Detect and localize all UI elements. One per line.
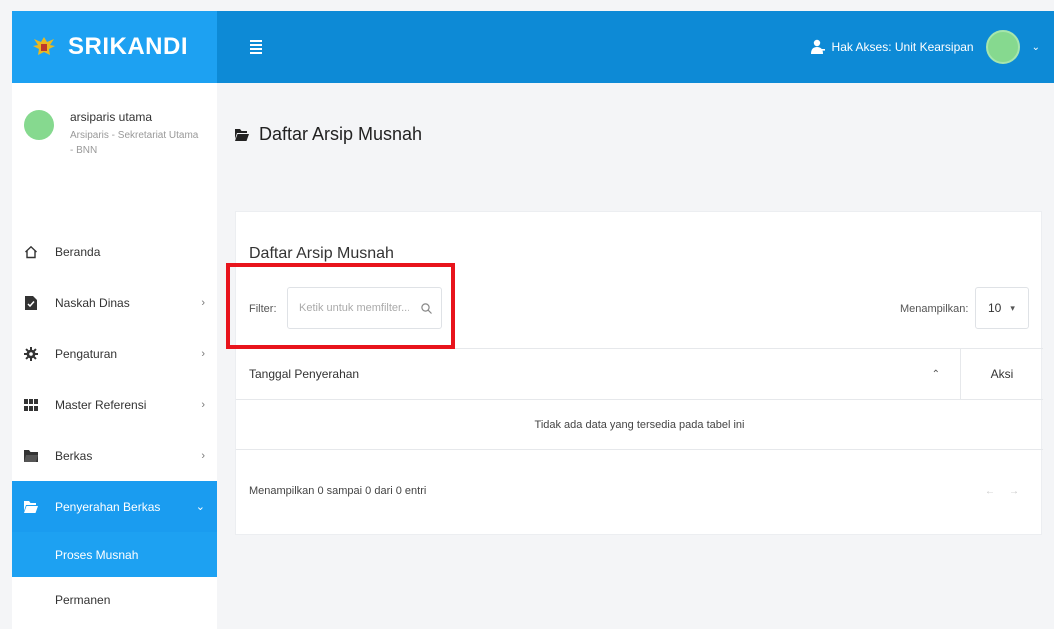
chevron-right-icon: › [201,296,205,309]
sidebar-item-label: Beranda [55,244,101,259]
gear-icon [24,346,38,361]
user-avatar[interactable] [985,30,1020,64]
page-title: Daftar Arsip Musnah [235,124,422,145]
user-profile: arsiparis utama Arsiparis - Sekretariat … [12,83,217,213]
folder-icon [24,449,38,463]
chevron-right-icon: › [201,398,205,411]
user-key-icon [810,39,825,54]
folder-open-icon [24,500,38,514]
profile-avatar [24,110,54,140]
page-size-label: Menampilkan: [900,303,969,315]
previous-page-icon[interactable]: ← [985,486,995,497]
pagination: ← → [985,486,1019,497]
column-header-tanggal-penyerahan[interactable]: Tanggal Penyerahan ⌃ [236,349,961,399]
sidebar-item-pengaturan[interactable]: Pengaturan › [12,328,217,379]
sidebar-item-label: Berkas [55,448,93,463]
filter-input[interactable] [299,302,409,314]
archive-list-card: Daftar Arsip Musnah Filter: Menampilkan:… [235,211,1043,535]
sidebar-item-label: Pengaturan [55,346,118,361]
column-header-label: Tanggal Penyerahan [249,367,360,381]
sort-ascending-icon[interactable]: ⌃ [932,369,940,380]
document-check-icon [24,295,38,310]
brand-name: SRIKANDI [68,33,189,60]
profile-role: Arsiparis - Sekretariat Utama - BNN [70,130,199,156]
sidebar-subitem-permanen[interactable]: Permanen [12,577,217,622]
sidebar-item-berkas[interactable]: Berkas › [12,430,217,481]
sidebar-item-label: Naskah Dinas [55,295,130,310]
user-menu-chevron-icon[interactable]: ⌄ [1032,42,1040,53]
page-size-value: 10 [988,301,1002,315]
sidebar-item-naskah-dinas[interactable]: Naskah Dinas › [12,277,217,328]
table-info: Menampilkan 0 sampai 0 dari 0 entri [249,485,427,497]
sidebar-item-master-referensi[interactable]: Master Referensi › [12,379,217,430]
menu-toggle-icon[interactable] [250,40,262,54]
sidebar-item-label: Master Referensi [55,397,147,412]
card-title: Daftar Arsip Musnah [249,245,394,262]
sidebar-subitem-proses-musnah[interactable]: Proses Musnah [12,532,217,577]
page-size-select[interactable]: 10 ▾ [975,287,1029,329]
garuda-emblem-icon [33,37,55,55]
brand-logo[interactable]: SRIKANDI [12,11,217,83]
next-page-icon[interactable]: → [1009,486,1019,497]
access-role[interactable]: Hak Akses: Unit Kearsipan [810,39,974,55]
column-header-aksi: Aksi [990,367,1014,381]
home-icon [24,245,38,259]
folder-open-icon [235,128,249,141]
profile-name: arsiparis utama [70,110,153,124]
search-icon[interactable] [421,302,432,314]
grid-icon [24,398,38,412]
sidebar-menu: Beranda Naskah Dinas › Pengaturan › Mast… [12,226,217,532]
table-empty-message: Tidak ada data yang tersedia pada tabel … [236,400,1043,450]
sidebar-item-label: Penyerahan Berkas [55,499,161,514]
chevron-down-icon: ⌄ [195,501,205,513]
chevron-right-icon: › [201,347,205,360]
archive-table: Tanggal Penyerahan ⌃ Aksi Tidak ada data… [236,348,1043,450]
page-title-text: Daftar Arsip Musnah [259,124,423,144]
access-label: Hak Akses: Unit Kearsipan [831,40,974,54]
chevron-down-icon: ▾ [1010,302,1015,313]
top-navbar: Hak Akses: Unit Kearsipan ⌄ [217,11,1054,83]
sidebar-submenu: Proses Musnah Permanen [12,532,217,622]
filter-label: Filter: [249,303,277,315]
filter-field[interactable] [287,287,442,329]
chevron-right-icon: › [201,449,205,462]
sidebar: arsiparis utama Arsiparis - Sekretariat … [12,83,217,629]
table-header: Tanggal Penyerahan ⌃ Aksi [236,348,1043,400]
sidebar-item-penyerahan-berkas[interactable]: Penyerahan Berkas ⌄ [12,481,217,532]
sidebar-item-beranda[interactable]: Beranda [12,226,217,277]
